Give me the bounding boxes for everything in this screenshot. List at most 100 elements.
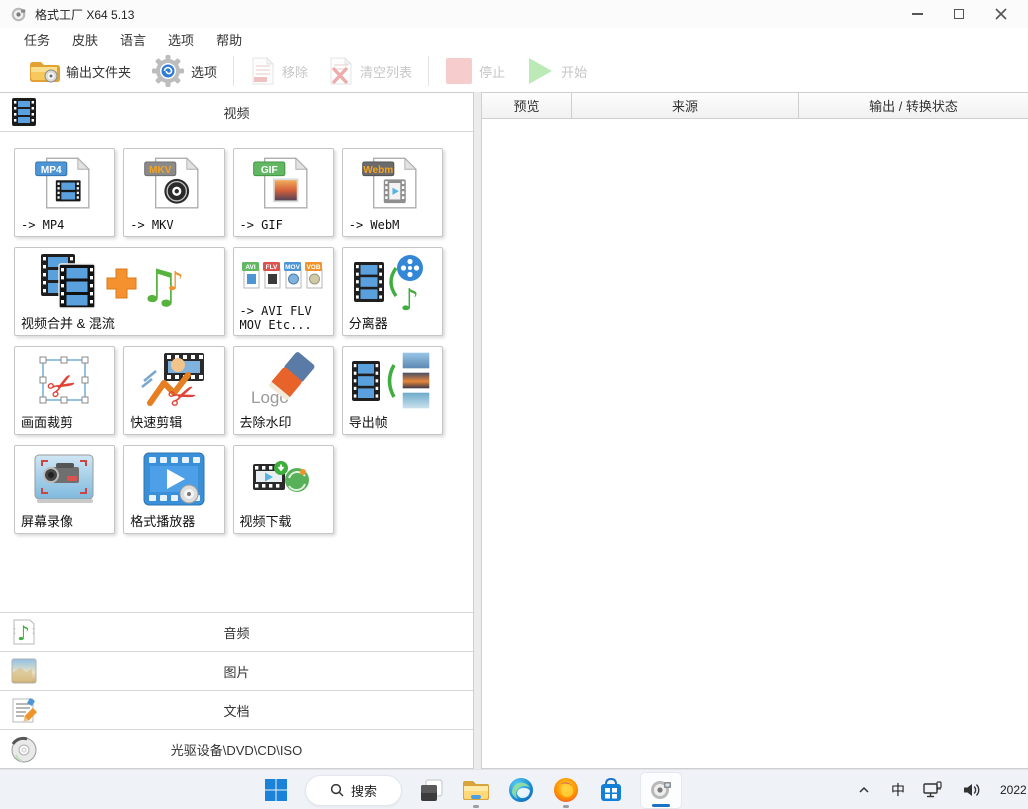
card-crop[interactable]: ✂ 画面裁剪	[14, 346, 115, 435]
task-view-button[interactable]	[415, 770, 447, 809]
file-explorer-button[interactable]	[460, 770, 492, 809]
volume-button[interactable]	[961, 770, 983, 809]
clear-list-button[interactable]: 清空列表	[318, 52, 422, 90]
section-disc[interactable]: 光驱设备\DVD\CD\ISO	[0, 729, 473, 768]
taskbar-clock[interactable]: 2022	[1000, 783, 1026, 797]
section-audio[interactable]: ♪ 音频	[0, 612, 473, 651]
card-label: -> MKV	[130, 219, 173, 233]
menu-bar: 任务 皮肤 语言 选项 帮助	[0, 28, 1028, 50]
options-button[interactable]: 选项	[141, 52, 227, 90]
card-to-webm[interactable]: Webm -> WebM	[342, 148, 443, 237]
stop-icon	[445, 57, 473, 85]
maximize-button[interactable]	[952, 7, 966, 21]
video-tools-grid: MP4 -> MP4 MKV	[0, 132, 473, 544]
merge-mux-icon: ♫ ♪	[15, 252, 224, 312]
firefox-button[interactable]	[550, 770, 582, 809]
edge-button[interactable]	[505, 770, 537, 809]
panel-spacer	[0, 544, 473, 612]
store-button[interactable]	[595, 770, 627, 809]
column-source[interactable]: 来源	[572, 93, 799, 118]
card-label: 分离器	[349, 317, 388, 332]
network-button[interactable]	[922, 770, 944, 809]
section-document[interactable]: 文档	[0, 690, 473, 729]
svg-text:AVI: AVI	[245, 264, 256, 271]
card-video-merge-mux[interactable]: ♫ ♪ 视频合并 & 混流	[14, 247, 225, 336]
menu-options[interactable]: 选项	[164, 29, 198, 50]
taskbar-search[interactable]: 搜索	[305, 775, 402, 806]
format-factory-taskbar-button[interactable]	[640, 772, 682, 809]
output-folder-button[interactable]: 输出文件夹	[18, 52, 141, 90]
menu-help[interactable]: 帮助	[212, 29, 246, 50]
webm-file-icon: Webm	[343, 153, 442, 213]
start-button[interactable]: 开始	[515, 52, 597, 90]
start-icon	[525, 56, 555, 86]
player-icon	[124, 450, 223, 510]
card-label: 视频下载	[240, 515, 292, 530]
clear-list-label: 清空列表	[360, 62, 412, 81]
stop-label: 停止	[479, 62, 505, 81]
section-video[interactable]: 视频	[0, 93, 473, 132]
menu-skin[interactable]: 皮肤	[68, 29, 102, 50]
card-format-player[interactable]: 格式播放器	[123, 445, 224, 534]
card-label: 格式播放器	[130, 515, 195, 530]
card-label: 去除水印	[240, 416, 292, 431]
card-label: -> MP4	[21, 219, 64, 233]
card-export-frames[interactable]: 导出帧	[342, 346, 443, 435]
svg-text:MP4: MP4	[41, 165, 62, 176]
remove-icon	[250, 56, 276, 86]
card-video-download[interactable]: 视频下载	[233, 445, 334, 534]
start-menu-button[interactable]	[260, 770, 292, 809]
column-status[interactable]: 输出 / 转换状态	[799, 93, 1028, 118]
mp4-file-icon: MP4	[15, 153, 114, 213]
category-panel: 视频 MP4 -> MP4	[0, 92, 474, 769]
svg-text:✂: ✂	[40, 362, 85, 410]
speaker-icon	[962, 781, 982, 799]
svg-text:♪: ♪	[400, 283, 419, 312]
close-button[interactable]	[994, 7, 1008, 21]
svg-text:♪: ♪	[167, 267, 184, 297]
section-audio-label: 音频	[0, 623, 473, 642]
tray-chevron-button[interactable]	[854, 770, 874, 809]
card-label: 画面裁剪	[21, 416, 73, 431]
svg-text:VOB: VOB	[307, 264, 321, 271]
title-bar: 格式工厂 X64 5.13	[0, 0, 1028, 28]
start-label: 开始	[561, 62, 587, 81]
toolbar: 输出文件夹 选项 移除 清空列	[0, 50, 1028, 92]
section-image[interactable]: 图片	[0, 651, 473, 690]
video-download-icon	[234, 450, 333, 510]
svg-text:Webm: Webm	[364, 165, 394, 176]
store-icon	[598, 777, 624, 803]
stop-button[interactable]: 停止	[435, 52, 515, 90]
ime-indicator[interactable]: 中	[891, 780, 905, 800]
output-folder-icon	[28, 58, 60, 85]
menu-language[interactable]: 语言	[116, 29, 150, 50]
minimize-button[interactable]	[910, 7, 924, 21]
app-icon	[10, 6, 27, 23]
card-to-mkv[interactable]: MKV -> MKV	[123, 148, 224, 237]
menu-tasks[interactable]: 任务	[20, 29, 54, 50]
toolbar-separator	[428, 56, 429, 86]
search-icon	[330, 783, 344, 797]
card-splitter[interactable]: ♪ 分离器	[342, 247, 443, 336]
card-to-mp4[interactable]: MP4 -> MP4	[14, 148, 115, 237]
crop-icon: ✂	[15, 351, 114, 411]
windows-logo-icon	[264, 778, 288, 802]
gif-file-icon: GIF	[234, 153, 333, 213]
card-to-avi-flv-mov[interactable]: AVI FLV MOV VOB	[233, 247, 334, 336]
running-indicator	[473, 805, 479, 808]
export-frames-icon	[343, 351, 442, 411]
firefox-icon	[553, 777, 579, 803]
remove-button[interactable]: 移除	[240, 52, 318, 90]
card-label: 屏幕录像	[21, 515, 73, 530]
column-preview[interactable]: 预览	[482, 93, 572, 118]
splitter-icon: ♪	[343, 252, 442, 312]
section-image-label: 图片	[0, 662, 473, 681]
card-label: -> WebM	[349, 219, 400, 233]
task-table-body[interactable]	[482, 119, 1028, 768]
card-screen-record[interactable]: 屏幕录像	[14, 445, 115, 534]
card-quick-clip[interactable]: ✂ 快速剪辑	[123, 346, 224, 435]
card-to-gif[interactable]: GIF -> GIF	[233, 148, 334, 237]
card-remove-watermark[interactable]: Logo 去除水印	[233, 346, 334, 435]
clear-list-icon	[328, 56, 354, 86]
card-label: -> AVI FLV MOV Etc...	[240, 305, 329, 333]
